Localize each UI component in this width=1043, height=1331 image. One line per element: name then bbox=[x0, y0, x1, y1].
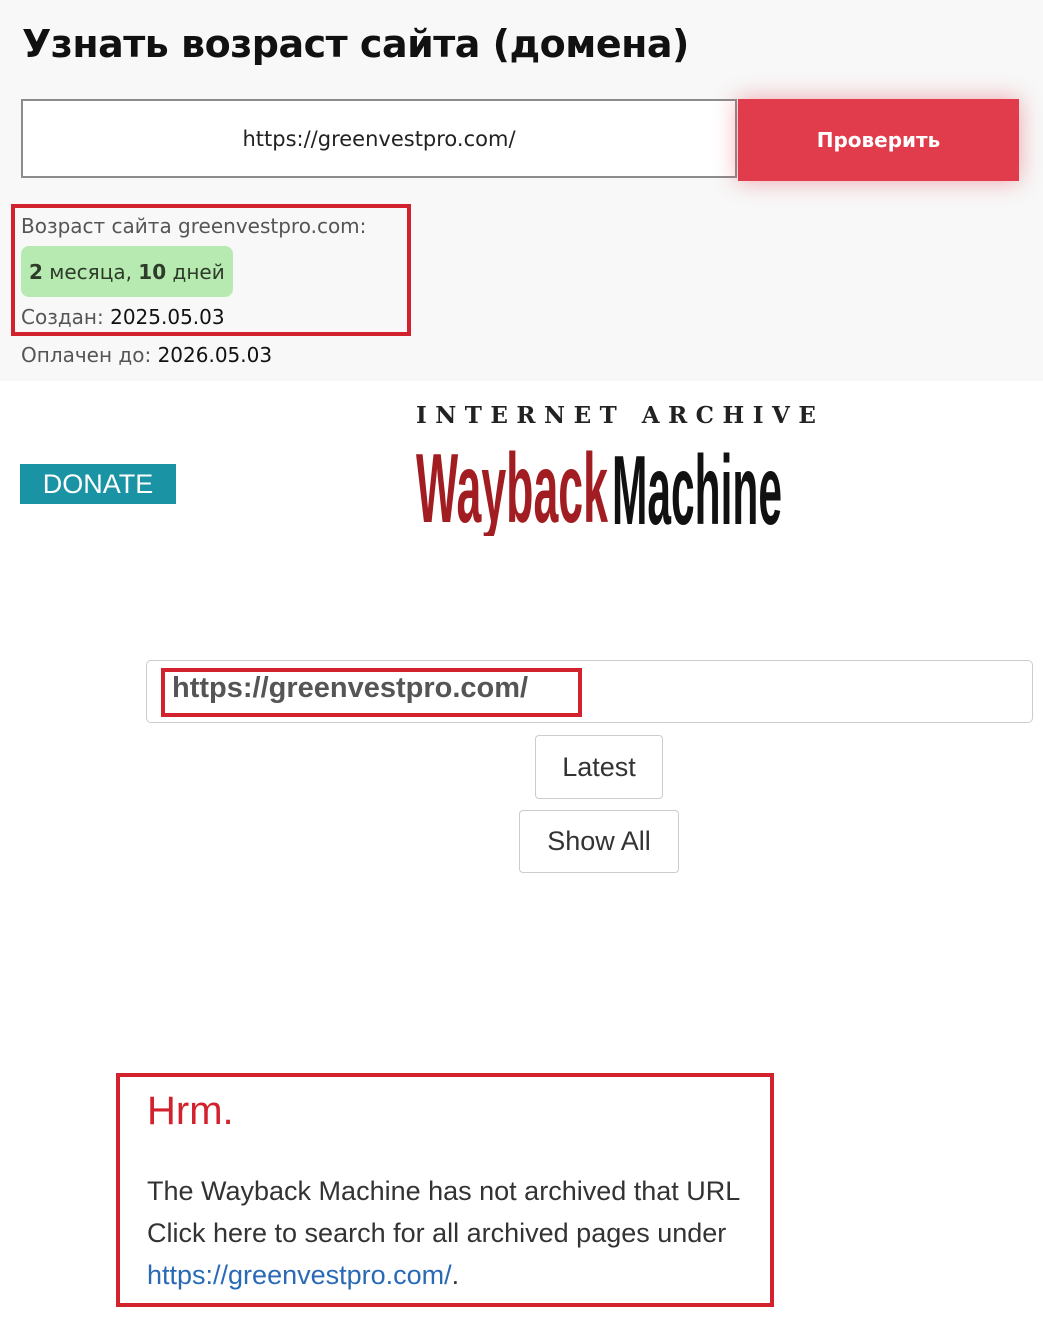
age-days-word: дней bbox=[172, 259, 225, 284]
domain-input[interactable] bbox=[21, 99, 737, 178]
age-months-word: месяца, bbox=[49, 259, 132, 284]
age-badge: 2 месяца, 10 дней bbox=[21, 246, 233, 297]
donate-button[interactable]: DONATE bbox=[20, 464, 176, 504]
message-heading: Hrm. bbox=[147, 1089, 234, 1133]
latest-button[interactable]: Latest bbox=[535, 735, 663, 799]
wayback-machine-logo[interactable]: Wayback Machine bbox=[414, 436, 786, 536]
age-days-number: 10 bbox=[138, 259, 167, 284]
paid-until-value: 2026.05.03 bbox=[157, 343, 273, 367]
paid-until-row: Оплачен до: 2026.05.03 bbox=[21, 343, 272, 367]
wayback-url-value: https://greenvestpro.com/ bbox=[172, 672, 529, 704]
created-value: 2025.05.03 bbox=[110, 305, 225, 329]
link-suffix: . bbox=[451, 1260, 460, 1290]
internet-archive-text: INTERNET ARCHIVE bbox=[416, 402, 825, 429]
show-all-button[interactable]: Show All bbox=[519, 810, 679, 873]
age-label: Возраст сайта greenvestpro.com: bbox=[21, 214, 367, 238]
archived-pages-link[interactable]: https://greenvestpro.com/ bbox=[147, 1260, 452, 1290]
wayback-logo-word: Wayback bbox=[416, 436, 608, 536]
message-line-search: Click here to search for all archived pa… bbox=[147, 1218, 727, 1248]
created-label: Создан: bbox=[21, 305, 104, 329]
check-button[interactable]: Проверить bbox=[738, 99, 1019, 181]
machine-logo-word: Machine bbox=[612, 436, 782, 536]
page-title: Узнать возраст сайта (домена) bbox=[22, 22, 689, 66]
message-line-link: https://greenvestpro.com/. bbox=[147, 1260, 459, 1291]
age-months-number: 2 bbox=[29, 259, 43, 284]
paid-until-label: Оплачен до: bbox=[21, 343, 152, 367]
created-row: Создан: 2025.05.03 bbox=[21, 305, 225, 329]
age-checker-panel: Узнать возраст сайта (домена) Проверить … bbox=[0, 0, 1043, 381]
message-line-not-archived: The Wayback Machine has not archived tha… bbox=[147, 1176, 741, 1206]
